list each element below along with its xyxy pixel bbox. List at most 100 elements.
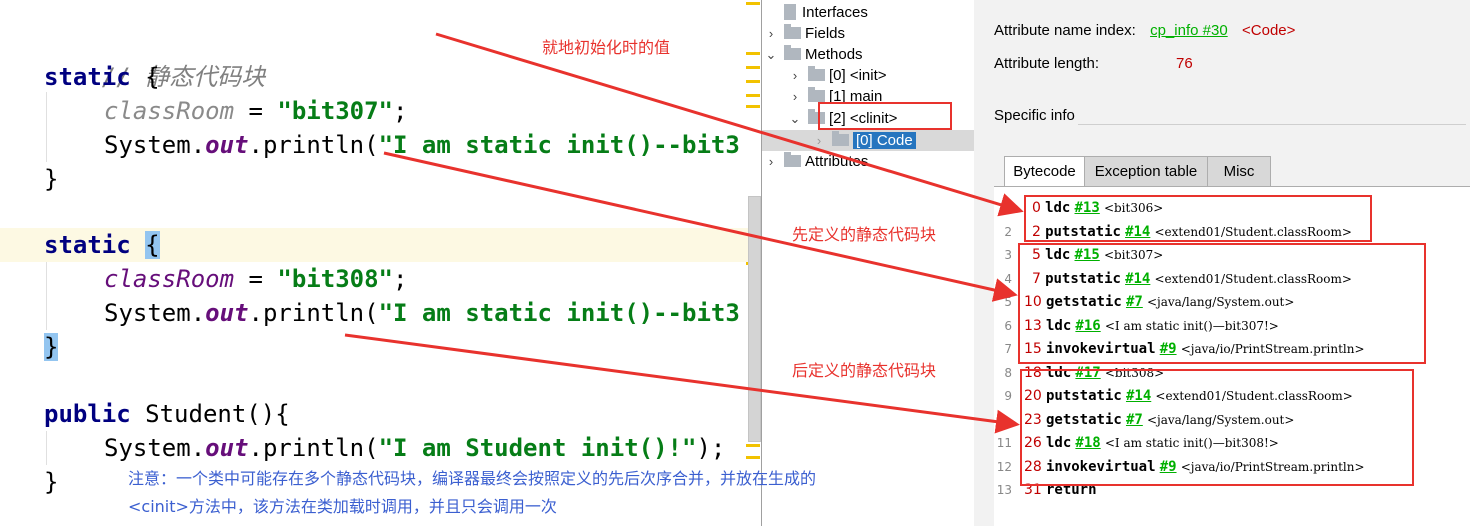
bytecode-comment: <bit308> bbox=[1104, 365, 1165, 380]
bytecode-line-number: 9 bbox=[1004, 389, 1012, 403]
bytecode-row[interactable]: 13 31 return bbox=[994, 479, 1097, 502]
attr-length-value: 76 bbox=[1176, 55, 1193, 72]
system-class: System. bbox=[104, 434, 206, 462]
chevron-right-icon[interactable]: › bbox=[812, 130, 826, 151]
bytecode-ref-link[interactable]: #13 bbox=[1075, 200, 1100, 216]
cp-info-link[interactable]: cp_info #30 bbox=[1150, 22, 1228, 39]
bytecode-ref-link[interactable]: #14 bbox=[1125, 271, 1150, 287]
change-marker[interactable] bbox=[746, 456, 760, 459]
tree-label: [0] <init> bbox=[829, 67, 887, 84]
tab-exception-table[interactable]: Exception table bbox=[1084, 156, 1208, 187]
bytecode-opcode: getstatic bbox=[1045, 411, 1122, 428]
assign-op: = bbox=[234, 97, 278, 125]
bytecode-comment: <bit306> bbox=[1103, 201, 1164, 215]
editor-scrollbar-thumb[interactable] bbox=[748, 196, 761, 442]
chevron-right-icon[interactable]: › bbox=[788, 86, 802, 107]
chevron-down-icon[interactable]: ⌄ bbox=[788, 108, 802, 129]
annotation-note-line2: <cinit>方法中，该方法在类加载时调用，并且只会调用一次 bbox=[128, 497, 557, 516]
change-marker[interactable] bbox=[746, 80, 760, 83]
bytecode-comment: <java/io/PrintStream.println> bbox=[1180, 459, 1365, 474]
statement-end: ); bbox=[696, 434, 726, 462]
bytecode-offset: 28 bbox=[1024, 458, 1042, 475]
field-classroom: classRoom bbox=[104, 265, 235, 293]
chevron-right-icon[interactable]: › bbox=[764, 23, 778, 44]
bytecode-row[interactable]: 9 20 putstatic #14 <extend01/Student.clas… bbox=[994, 385, 1353, 408]
folder-icon bbox=[808, 87, 825, 102]
tree-item-interfaces[interactable]: Interfaces bbox=[776, 2, 868, 23]
indent-guide bbox=[46, 262, 47, 330]
bytecode-comment: <extend01/Student.classRoom> bbox=[1155, 389, 1353, 403]
code-editor[interactable]: // 静态代码块 static { classRoom = "bit307"; … bbox=[0, 0, 762, 526]
bytecode-row[interactable]: 5 10 getstatic #7 <java/lang/System.out> bbox=[994, 291, 1294, 314]
tree-item-attributes[interactable]: › Attributes bbox=[764, 151, 868, 172]
indent-guide bbox=[46, 431, 47, 465]
bytecode-offset: 18 bbox=[1024, 364, 1042, 381]
bytecode-ref-link[interactable]: #14 bbox=[1125, 224, 1150, 240]
bytecode-comment: <java/lang/System.out> bbox=[1146, 412, 1295, 427]
tab-bytecode[interactable]: Bytecode bbox=[1004, 156, 1085, 188]
tree-label: Interfaces bbox=[802, 4, 868, 21]
bytecode-ref-link[interactable]: #17 bbox=[1075, 365, 1100, 381]
bytecode-opcode: return bbox=[1045, 482, 1097, 498]
bytecode-row[interactable]: 7 15 invokevirtual #9 <java/io/PrintStrea… bbox=[994, 338, 1364, 361]
code-line-static1: static { bbox=[0, 60, 748, 94]
println-call: .println( bbox=[248, 434, 379, 462]
tree-item-method-main[interactable]: › [1] main bbox=[788, 86, 882, 107]
close-brace: } bbox=[44, 468, 59, 496]
tree-label: [2] <clinit> bbox=[829, 110, 898, 127]
folder-icon bbox=[784, 45, 801, 60]
tree-label: Methods bbox=[805, 46, 863, 63]
specific-info-heading: Specific info bbox=[994, 107, 1075, 124]
change-marker[interactable] bbox=[746, 52, 760, 55]
tree-item-fields[interactable]: › Fields bbox=[764, 23, 845, 44]
code-line-close2: } bbox=[0, 330, 748, 364]
change-marker[interactable] bbox=[746, 66, 760, 69]
bytecode-comment: <extend01/Student.classRoom> bbox=[1154, 224, 1352, 239]
chevron-down-icon[interactable]: ⌄ bbox=[764, 44, 778, 65]
bytecode-row[interactable]: 2 2 putstatic #14 <extend01/Student.class… bbox=[994, 221, 1352, 244]
bytecode-ref-link[interactable]: #9 bbox=[1160, 341, 1177, 357]
bytecode-row[interactable]: 8 18 ldc #17 <bit308> bbox=[994, 362, 1164, 385]
tab-misc[interactable]: Misc bbox=[1207, 156, 1271, 187]
close-brace-highlighted: } bbox=[44, 333, 59, 361]
bytecode-row[interactable]: 12 28 invokevirtual #9 <java/io/PrintStre… bbox=[994, 456, 1365, 479]
bytecode-line-number: 12 bbox=[996, 459, 1012, 474]
bytecode-opcode: getstatic bbox=[1045, 294, 1122, 310]
change-marker[interactable] bbox=[746, 2, 760, 5]
bytecode-row[interactable]: 6 13 ldc #16 <I am static init()—bit307!> bbox=[994, 315, 1278, 338]
bytecode-ref-link[interactable]: #18 bbox=[1075, 435, 1100, 451]
bytecode-row[interactable]: 3 5 ldc #15 <bit307> bbox=[994, 244, 1163, 267]
tree-item-method-clinit[interactable]: ⌄ [2] <clinit> bbox=[788, 108, 897, 129]
bytecode-listing[interactable]: 0 ldc #13 <bit306> 2 2 putstatic #14 <exte… bbox=[994, 186, 1470, 527]
change-marker[interactable] bbox=[746, 94, 760, 97]
bytecode-ref-link[interactable]: #7 bbox=[1126, 294, 1143, 310]
bytecode-ref-link[interactable]: #15 bbox=[1075, 247, 1100, 263]
bytecode-opcode: ldc bbox=[1045, 200, 1071, 216]
bytecode-ref-link[interactable]: #9 bbox=[1160, 459, 1177, 475]
constructor-signature: Student(){ bbox=[130, 400, 290, 428]
println-call: .println( bbox=[248, 131, 379, 159]
println-call: .println( bbox=[248, 299, 379, 327]
bytecode-offset: 2 bbox=[1032, 223, 1041, 240]
bytecode-row[interactable]: 11 26 ldc #18 <I am static init()—bit308!… bbox=[994, 432, 1279, 455]
bytecode-row[interactable]: 0 ldc #13 <bit306> bbox=[994, 197, 1163, 220]
chevron-right-icon[interactable]: › bbox=[764, 151, 778, 172]
bytecode-row[interactable]: 23 getstatic #7 <java/lang/System.out> bbox=[994, 409, 1294, 432]
bytecode-ref-link[interactable]: #16 bbox=[1075, 318, 1100, 334]
bytecode-offset: 10 bbox=[1024, 294, 1042, 310]
tree-item-code[interactable]: › [0] Code bbox=[812, 130, 916, 151]
bytecode-ref-link[interactable]: #7 bbox=[1126, 412, 1143, 428]
tree-item-methods[interactable]: ⌄ Methods bbox=[764, 44, 863, 65]
tree-item-method-init[interactable]: › [0] <init> bbox=[788, 65, 887, 86]
bytecode-row[interactable]: 4 7 putstatic #14 <extend01/Student.class… bbox=[994, 268, 1352, 291]
folder-icon bbox=[832, 131, 849, 146]
change-marker[interactable] bbox=[746, 105, 760, 108]
bytecode-comment: <bit307> bbox=[1103, 248, 1164, 262]
bytecode-offset: 23 bbox=[1024, 411, 1042, 428]
bytecode-comment: <I am static init()—bit308!> bbox=[1104, 436, 1279, 450]
bytecode-opcode: ldc bbox=[1045, 317, 1072, 334]
chevron-right-icon[interactable]: › bbox=[788, 65, 802, 86]
change-marker[interactable] bbox=[746, 444, 760, 447]
bytecode-ref-link[interactable]: #14 bbox=[1126, 388, 1151, 404]
string-literal: "bit308" bbox=[277, 265, 393, 293]
